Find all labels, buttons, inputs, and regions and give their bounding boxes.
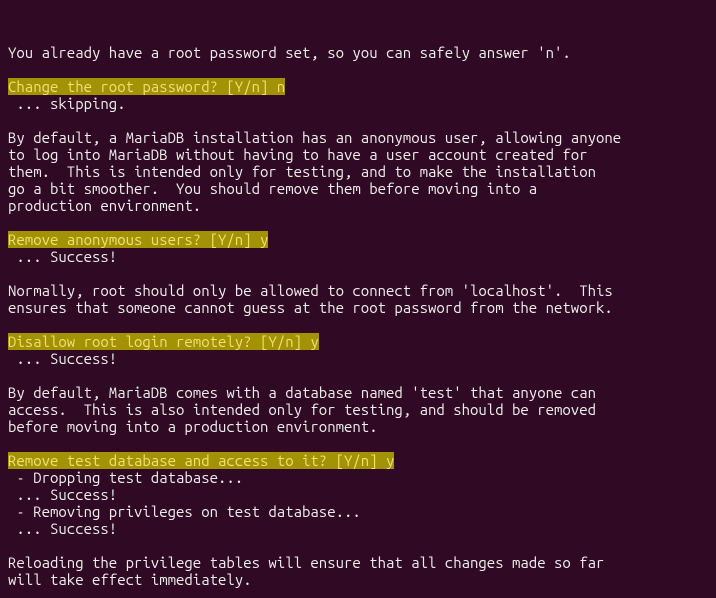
terminal-text: will take effect immediately. <box>8 571 252 588</box>
terminal-line: Change the root password? [Y/n] n <box>8 78 708 95</box>
terminal-output[interactable]: You already have a root password set, so… <box>0 0 716 598</box>
terminal-line <box>8 214 708 231</box>
terminal-line <box>8 588 708 598</box>
terminal-line <box>8 61 708 78</box>
terminal-line: will take effect immediately. <box>8 571 708 588</box>
terminal-text: Reloading the privilege tables will ensu… <box>8 554 604 571</box>
terminal-text: to log into MariaDB without having to ha… <box>8 146 588 163</box>
terminal-line: before moving into a production environm… <box>8 418 708 435</box>
terminal-line: to log into MariaDB without having to ha… <box>8 146 708 163</box>
terminal-text: By default, MariaDB comes with a databas… <box>8 384 596 401</box>
terminal-line <box>8 265 708 282</box>
terminal-line: go a bit smoother. You should remove the… <box>8 180 708 197</box>
terminal-line: Reloading the privilege tables will ensu… <box>8 554 708 571</box>
terminal-text: - Dropping test database... <box>8 469 243 486</box>
terminal-text: ensures that someone cannot guess at the… <box>8 299 613 316</box>
prompt-question: Disallow root login remotely? [Y/n] y <box>8 333 319 350</box>
terminal-text: ... Success! <box>8 248 117 265</box>
terminal-line <box>8 367 708 384</box>
terminal-line: ... skipping. <box>8 95 708 112</box>
terminal-text: You already have a root password set, so… <box>8 44 571 61</box>
terminal-line: ... Success! <box>8 520 708 537</box>
terminal-line: ... Success! <box>8 350 708 367</box>
terminal-line: Disallow root login remotely? [Y/n] y <box>8 333 708 350</box>
terminal-text: ... skipping. <box>8 95 126 112</box>
terminal-text: them. This is intended only for testing,… <box>8 163 596 180</box>
prompt-question: Change the root password? [Y/n] n <box>8 78 285 95</box>
prompt-question: Remove test database and access to it? [… <box>8 452 394 469</box>
terminal-line: them. This is intended only for testing,… <box>8 163 708 180</box>
terminal-text: Normally, root should only be allowed to… <box>8 282 613 299</box>
terminal-text: ... Success! <box>8 350 117 367</box>
terminal-text: - Removing privileges on test database..… <box>8 503 361 520</box>
terminal-line: You already have a root password set, so… <box>8 44 708 61</box>
terminal-line: access. This is also intended only for t… <box>8 401 708 418</box>
terminal-text: ... Success! <box>8 486 117 503</box>
terminal-text: before moving into a production environm… <box>8 418 378 435</box>
terminal-line: ... Success! <box>8 248 708 265</box>
terminal-line: - Dropping test database... <box>8 469 708 486</box>
terminal-line <box>8 316 708 333</box>
terminal-text: ... Success! <box>8 520 117 537</box>
terminal-line: ensures that someone cannot guess at the… <box>8 299 708 316</box>
terminal-line: Remove test database and access to it? [… <box>8 452 708 469</box>
terminal-line: Remove anonymous users? [Y/n] y <box>8 231 708 248</box>
terminal-line: production environment. <box>8 197 708 214</box>
terminal-line: By default, a MariaDB installation has a… <box>8 129 708 146</box>
terminal-line <box>8 435 708 452</box>
terminal-line <box>8 112 708 129</box>
terminal-line: By default, MariaDB comes with a databas… <box>8 384 708 401</box>
terminal-line: - Removing privileges on test database..… <box>8 503 708 520</box>
terminal-line: Normally, root should only be allowed to… <box>8 282 708 299</box>
terminal-text: go a bit smoother. You should remove the… <box>8 180 537 197</box>
terminal-text: access. This is also intended only for t… <box>8 401 596 418</box>
terminal-line: ... Success! <box>8 486 708 503</box>
prompt-question: Remove anonymous users? [Y/n] y <box>8 231 268 248</box>
terminal-text: By default, a MariaDB installation has a… <box>8 129 621 146</box>
terminal-line <box>8 537 708 554</box>
terminal-text: production environment. <box>8 197 201 214</box>
